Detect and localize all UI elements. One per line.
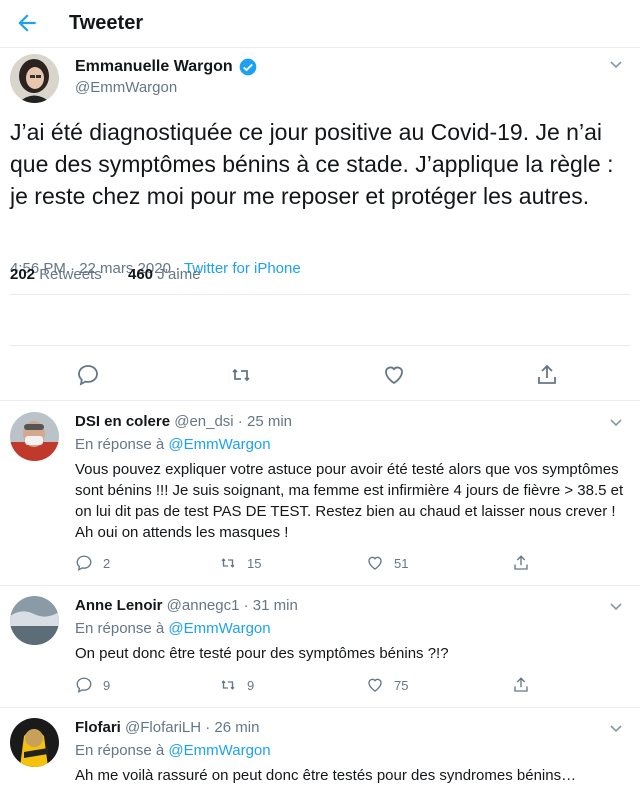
retweet-icon <box>221 680 235 690</box>
divider <box>0 707 640 708</box>
tweet-text: J’ai été diagnostiquée ce jour positive … <box>10 119 614 209</box>
reply-tweet[interactable]: Anne Lenoir @annegc1 · 31 min En réponse… <box>0 588 640 706</box>
reply-retweet-action[interactable]: 9 <box>219 676 254 694</box>
likes-stat[interactable]: 460 J’aime <box>128 266 201 283</box>
share-icon <box>514 555 528 570</box>
chevron-down-icon[interactable] <box>608 720 624 736</box>
reply-author[interactable]: DSI en colere @en_dsi · 25 min <box>75 413 292 430</box>
reply-share-action[interactable] <box>512 554 530 572</box>
divider <box>10 345 630 346</box>
avatar[interactable] <box>10 412 59 461</box>
share-icon[interactable] <box>535 363 559 387</box>
reply-icon <box>76 555 92 572</box>
reply-text: Vous pouvez expliquer votre astuce pour … <box>75 461 624 541</box>
reply-context: En réponse à @EmmWargon <box>75 742 271 759</box>
like-icon <box>368 678 382 692</box>
reply-context: En réponse à @EmmWargon <box>75 436 271 453</box>
retweets-stat[interactable]: 202 Retweets <box>10 266 102 283</box>
chevron-down-icon[interactable] <box>608 598 624 614</box>
divider <box>10 294 630 295</box>
divider <box>0 585 640 586</box>
author-name[interactable]: Emmanuelle Wargon <box>75 57 258 77</box>
reply-text: On peut donc être testé pour des symptôm… <box>75 645 449 662</box>
reply-icon <box>76 677 92 694</box>
author-handle[interactable]: @EmmWargon <box>75 79 177 96</box>
tweet-source-link[interactable]: Twitter for iPhone <box>184 260 301 277</box>
share-icon <box>514 677 528 692</box>
chevron-down-icon[interactable] <box>608 414 624 430</box>
retweet-icon <box>221 558 235 568</box>
back-arrow-icon[interactable] <box>14 10 40 36</box>
reply-like-action[interactable]: 51 <box>366 554 408 572</box>
reply-tweet[interactable]: DSI en colere @en_dsi · 25 min En répons… <box>0 404 640 584</box>
avatar[interactable] <box>10 54 59 103</box>
reply-comment-action[interactable]: 2 <box>75 554 110 572</box>
divider <box>0 400 640 401</box>
reply-icon[interactable] <box>76 363 100 387</box>
chevron-down-icon[interactable] <box>608 56 624 72</box>
page-title: Tweeter <box>69 12 144 34</box>
reply-retweet-action[interactable]: 15 <box>219 554 261 572</box>
reply-share-action[interactable] <box>512 676 530 694</box>
like-icon <box>368 556 382 570</box>
retweet-icon[interactable] <box>229 363 253 387</box>
avatar[interactable] <box>10 718 59 767</box>
reply-context: En réponse à @EmmWargon <box>75 620 271 637</box>
reply-author[interactable]: Anne Lenoir @annegc1 · 31 min <box>75 597 298 614</box>
reply-tweet[interactable]: Flofari @FlofariLH · 26 min En réponse à… <box>0 710 640 790</box>
reply-comment-action[interactable]: 9 <box>75 676 110 694</box>
reply-author[interactable]: Flofari @FlofariLH · 26 min <box>75 719 259 736</box>
mention-link[interactable]: @EmmWargon <box>168 742 270 759</box>
reply-text: Ah me voilà rassuré on peut donc être te… <box>75 767 577 784</box>
like-icon[interactable] <box>382 363 406 387</box>
mention-link[interactable]: @EmmWargon <box>168 436 270 453</box>
reply-like-action[interactable]: 75 <box>366 676 408 694</box>
verified-badge-icon <box>239 58 256 76</box>
top-bar: Tweeter <box>0 0 640 48</box>
mention-link[interactable]: @EmmWargon <box>168 620 270 637</box>
avatar[interactable] <box>10 596 59 645</box>
